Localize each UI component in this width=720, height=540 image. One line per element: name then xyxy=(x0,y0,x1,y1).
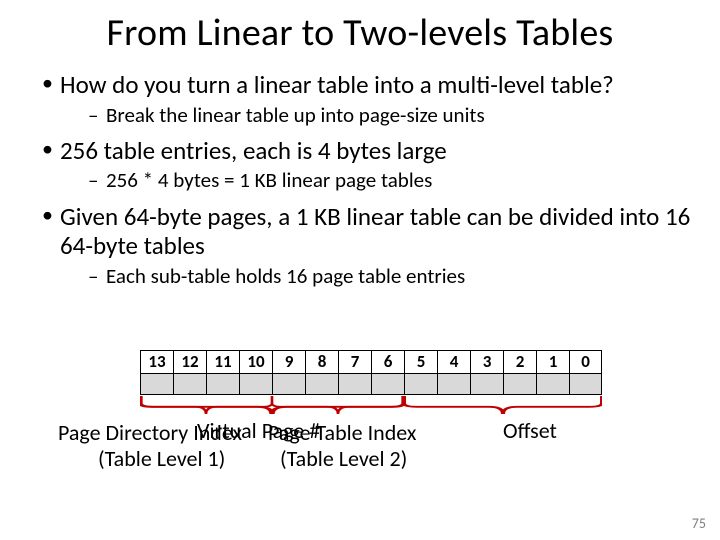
bullet-3-sub-1: Each sub-table holds 16 page table entri… xyxy=(88,263,692,289)
slide: From Linear to Two-levels Tables How do … xyxy=(0,0,720,540)
bit-cell: 2 xyxy=(503,350,536,395)
label-table-level-1: (Table Level 1) xyxy=(98,446,225,471)
bullet-3: Given 64-byte pages, a 1 KB linear table… xyxy=(42,202,692,289)
bullet-3-text: Given 64-byte pages, a 1 KB linear table… xyxy=(60,201,690,262)
bullet-2-text: 256 table entries, each is 4 bytes large xyxy=(60,135,447,166)
bracket-offset xyxy=(404,396,602,414)
bit-cell: 0 xyxy=(569,350,602,395)
bit-cell: 5 xyxy=(404,350,437,395)
bullet-1-sub-1: Break the linear table up into page-size… xyxy=(88,102,692,128)
bit-fill xyxy=(305,374,338,395)
bit-number: 3 xyxy=(470,350,503,374)
bullet-1: How do you turn a linear table into a mu… xyxy=(42,70,692,128)
bullet-2-sub-1: 256 * 4 bytes = 1 KB linear page tables xyxy=(88,167,692,193)
bit-diagram: 131211109876543210 xyxy=(140,350,602,395)
bullet-list: How do you turn a linear table into a mu… xyxy=(0,70,720,289)
bit-number: 0 xyxy=(569,350,602,374)
bit-number: 1 xyxy=(536,350,569,374)
bit-fill xyxy=(404,374,437,395)
bit-fill xyxy=(239,374,272,395)
bit-number: 7 xyxy=(338,350,371,374)
bit-number: 4 xyxy=(437,350,470,374)
bit-cell: 12 xyxy=(173,350,206,395)
bit-cell: 10 xyxy=(239,350,272,395)
slide-title: From Linear to Two-levels Tables xyxy=(0,0,720,56)
label-table-level-2: (Table Level 2) xyxy=(280,446,407,471)
bit-number: 10 xyxy=(239,350,272,374)
label-page-table-index: Page Table Index xyxy=(268,420,416,445)
bit-cell: 13 xyxy=(140,350,173,395)
bit-fill xyxy=(371,374,404,395)
bit-cell: 8 xyxy=(305,350,338,395)
bit-fill xyxy=(140,374,173,395)
bullet-1-text: How do you turn a linear table into a mu… xyxy=(60,69,614,100)
bullet-2: 256 table entries, each is 4 bytes large… xyxy=(42,136,692,194)
bit-cell: 7 xyxy=(338,350,371,395)
bit-cell: 9 xyxy=(272,350,305,395)
bit-number: 2 xyxy=(503,350,536,374)
label-offset: Offset xyxy=(503,418,557,443)
bit-fill xyxy=(470,374,503,395)
bit-cell: 11 xyxy=(206,350,239,395)
bit-number: 8 xyxy=(305,350,338,374)
bit-fill xyxy=(503,374,536,395)
bit-number: 13 xyxy=(140,350,173,374)
bit-cell: 4 xyxy=(437,350,470,395)
page-number: 75 xyxy=(692,515,706,532)
bit-number: 9 xyxy=(272,350,305,374)
bit-number: 12 xyxy=(173,350,206,374)
bit-cell: 6 xyxy=(371,350,404,395)
bit-cell: 3 xyxy=(470,350,503,395)
bit-fill xyxy=(437,374,470,395)
bit-number: 5 xyxy=(404,350,437,374)
bit-fill xyxy=(173,374,206,395)
bit-fill xyxy=(338,374,371,395)
bit-fill xyxy=(206,374,239,395)
bit-number: 11 xyxy=(206,350,239,374)
bit-fill xyxy=(569,374,602,395)
bit-fill xyxy=(536,374,569,395)
bit-cell: 1 xyxy=(536,350,569,395)
bracket-page-table xyxy=(272,396,404,414)
bit-number: 6 xyxy=(371,350,404,374)
bit-fill xyxy=(272,374,305,395)
